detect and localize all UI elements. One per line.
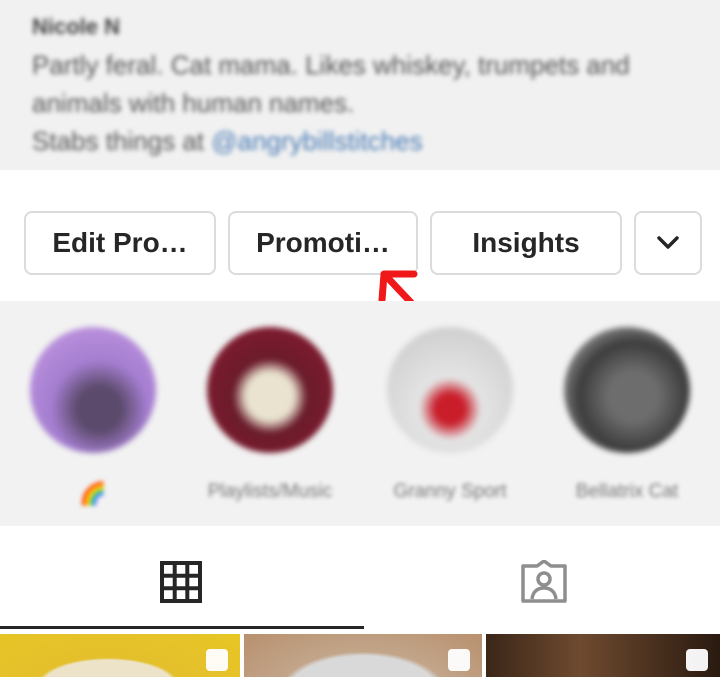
highlight-item[interactable]: Playlists/Music	[205, 327, 335, 503]
highlight-label: 🌈	[79, 481, 107, 506]
tab-posts-grid[interactable]	[159, 560, 203, 609]
highlight-cover	[30, 327, 156, 453]
highlight-label: Playlists/Music	[207, 481, 333, 502]
bio-line-3: Stabs things at @angrybillstitches	[32, 122, 630, 160]
profile-bio-section: Nicole N Partly feral. Cat mama. Likes w…	[0, 0, 720, 170]
story-highlights-row: 🌈 Playlists/Music Granny Sport Bellatrix…	[0, 301, 720, 526]
tagged-person-icon	[521, 559, 567, 603]
multi-post-icon	[206, 649, 228, 671]
bio-mention-link[interactable]: @angrybillstitches	[211, 126, 422, 156]
promotions-label: Promoti…	[256, 227, 390, 258]
profile-tabs	[0, 527, 720, 632]
bio-line-2: animals with human names.	[32, 88, 355, 118]
highlight-cover	[564, 327, 690, 453]
bio-line-1: Partly feral. Cat mama. Likes whiskey, t…	[32, 50, 630, 80]
multi-post-icon	[686, 649, 708, 671]
highlight-item[interactable]: 🌈	[28, 327, 158, 507]
highlight-cover	[207, 327, 333, 453]
post-thumbnail[interactable]	[486, 634, 720, 677]
posts-grid	[0, 634, 720, 677]
edit-profile-label: Edit Pro…	[52, 227, 188, 258]
edit-profile-button[interactable]: Edit Pro…	[24, 211, 216, 275]
insights-label: Insights	[472, 227, 580, 258]
highlight-item[interactable]: Bellatrix Cat	[562, 327, 692, 503]
chevron-down-icon	[657, 236, 679, 249]
more-options-button[interactable]	[634, 211, 702, 275]
profile-bio: Nicole N Partly feral. Cat mama. Likes w…	[32, 14, 630, 160]
tab-tagged[interactable]	[519, 559, 569, 609]
highlight-label: Bellatrix Cat	[575, 481, 679, 502]
profile-name: Nicole N	[32, 14, 121, 39]
post-thumbnail[interactable]	[0, 634, 240, 677]
grid-icon	[160, 561, 202, 603]
highlight-item[interactable]: Granny Sport	[385, 327, 515, 503]
bio-line-3-text: Stabs things at	[32, 126, 212, 156]
highlight-cover	[387, 327, 513, 453]
multi-post-icon	[448, 649, 470, 671]
highlight-label: Granny Sport	[393, 481, 507, 502]
post-thumbnail[interactable]	[244, 634, 482, 677]
active-tab-indicator	[0, 626, 364, 629]
